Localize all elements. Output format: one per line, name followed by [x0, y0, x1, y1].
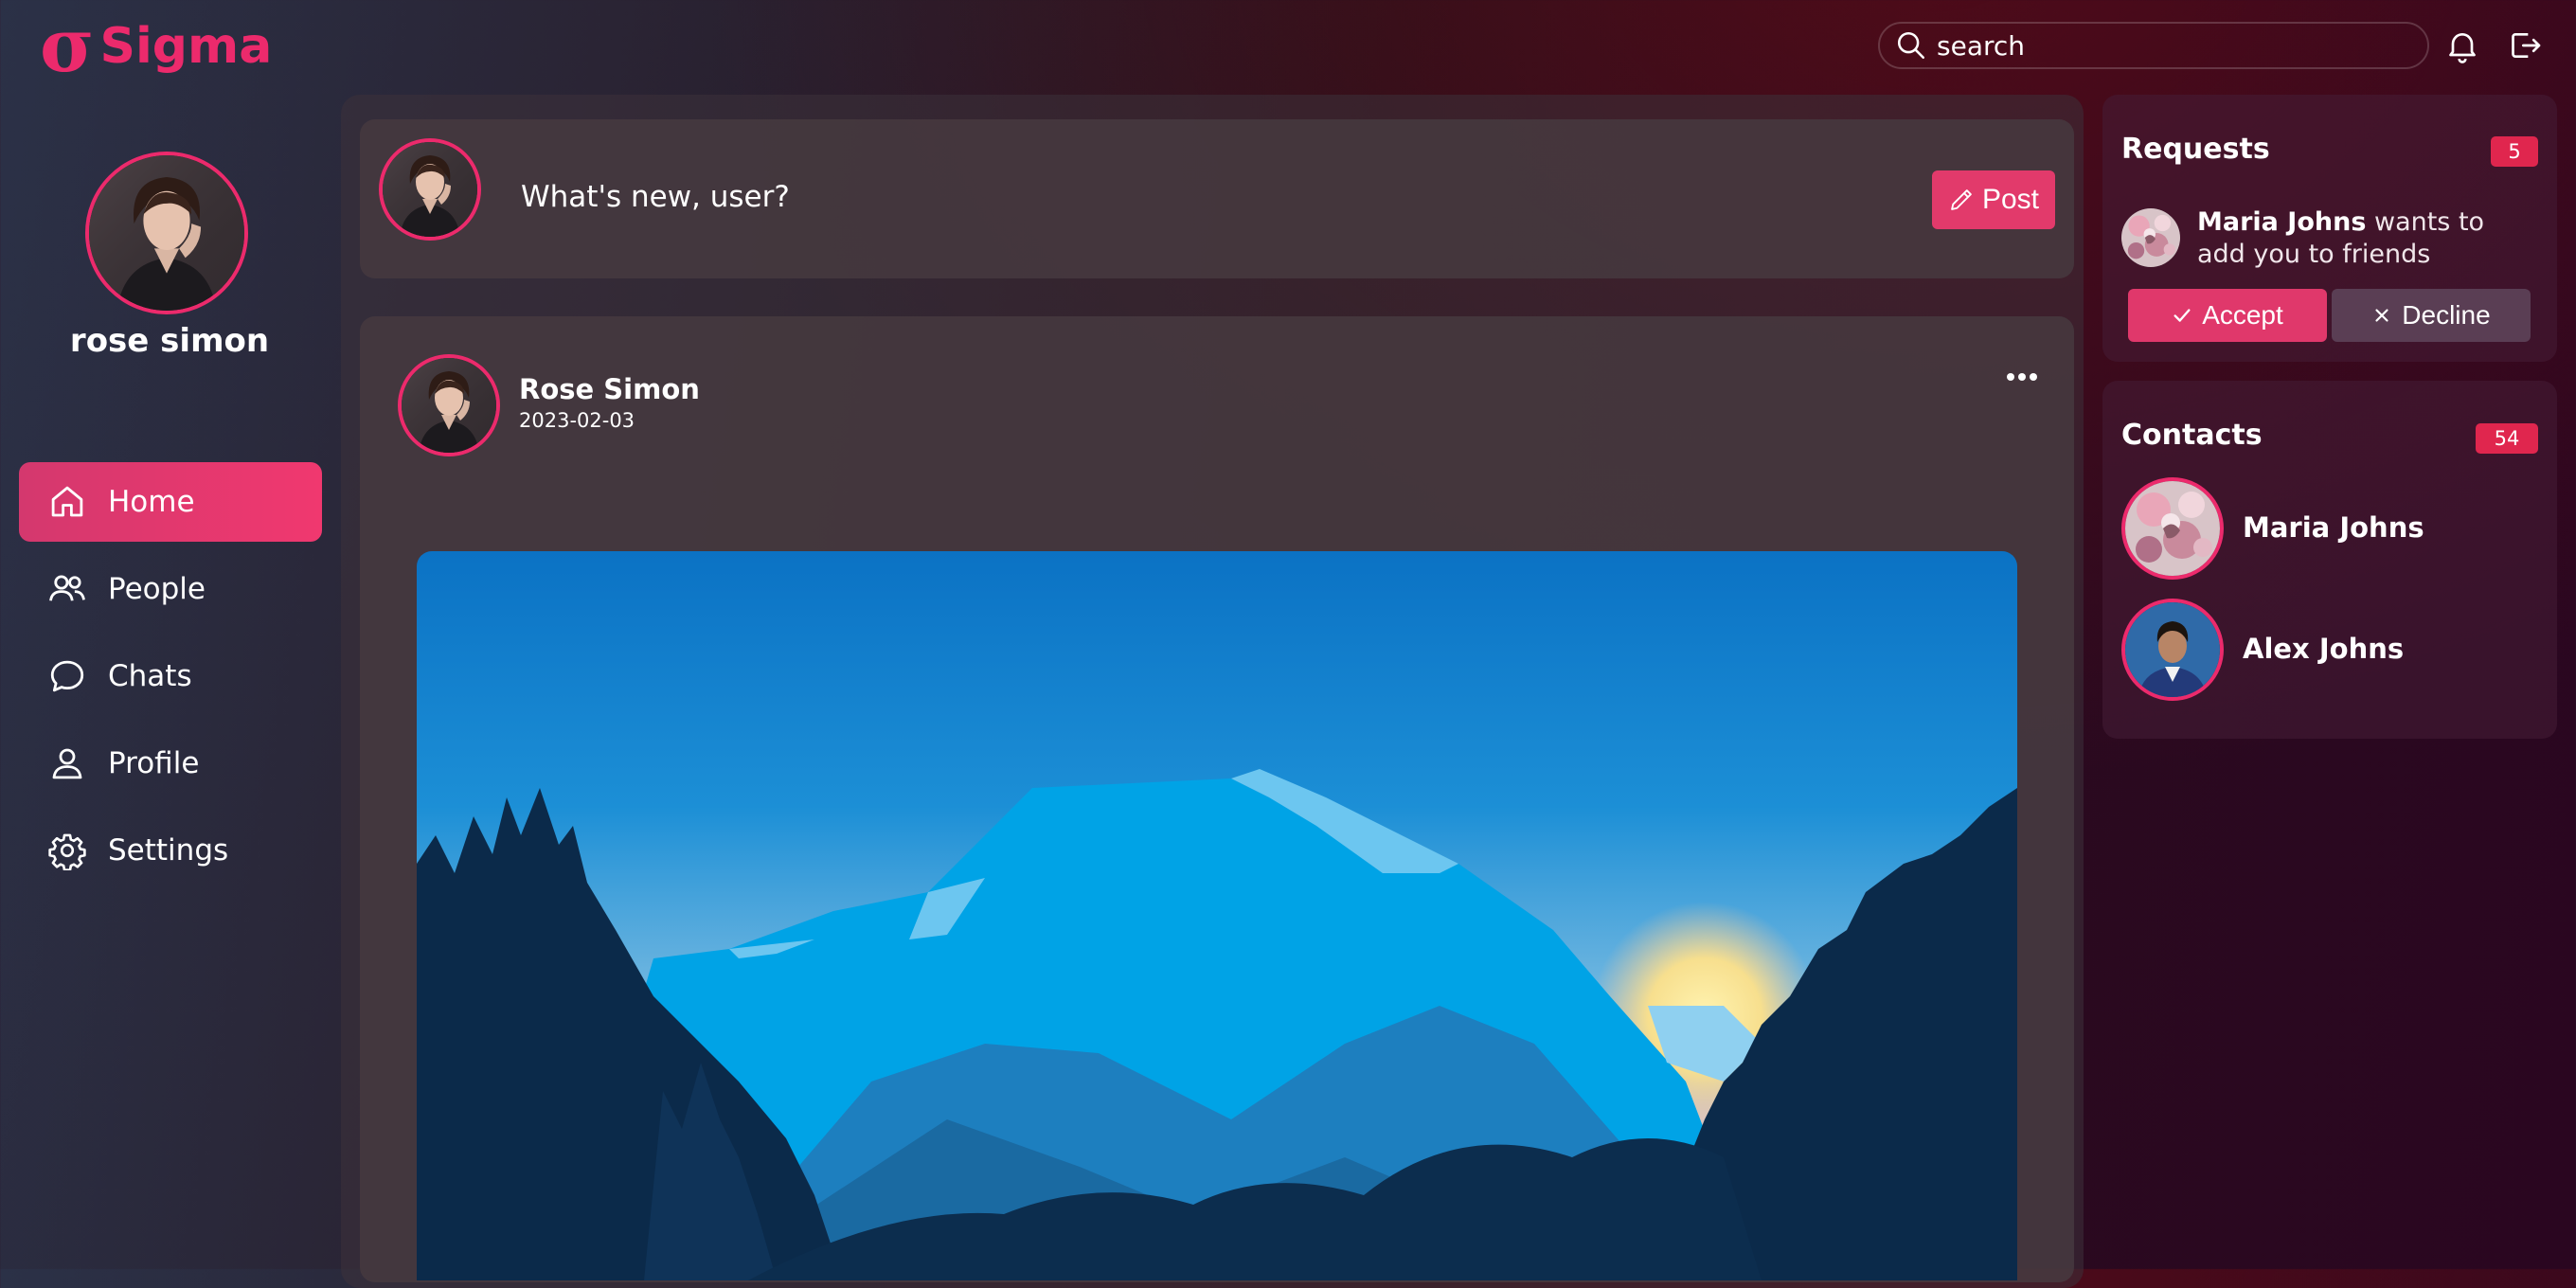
pencil-icon [1951, 189, 1972, 210]
sidebar-item-label: Settings [108, 833, 229, 868]
request-avatar[interactable] [2121, 208, 2180, 267]
chat-icon [50, 660, 84, 692]
logo-mark: σ [40, 3, 95, 89]
user-icon [52, 748, 82, 779]
request-message: Maria Johns wants to add you to friends [2197, 206, 2538, 271]
composer-input[interactable]: What's new, user? [521, 180, 790, 214]
post-author-name[interactable]: Rose Simon [519, 373, 700, 405]
requests-title: Requests [2121, 133, 2270, 166]
people-icon [49, 575, 85, 601]
contacts-title: Contacts [2121, 419, 2263, 452]
search-input[interactable] [1935, 28, 2412, 63]
bell-icon[interactable] [2443, 27, 2481, 64]
sidebar-item-profile[interactable]: Profile [19, 724, 322, 803]
sidebar-item-label: Profile [108, 746, 200, 780]
composer-avatar [379, 138, 481, 241]
post-date: 2023-02-03 [519, 409, 635, 432]
sidebar-item-home[interactable]: Home [19, 462, 322, 542]
request-name[interactable]: Maria Johns [2197, 207, 2366, 237]
logout-icon[interactable] [2506, 27, 2544, 64]
search-bar[interactable] [1878, 22, 2429, 69]
post-image[interactable] [417, 551, 2017, 1280]
profile-name: rose simon [69, 322, 270, 360]
check-icon [2174, 309, 2191, 322]
post-button[interactable]: Post [1932, 170, 2055, 229]
contacts-count-badge: 54 [2476, 423, 2538, 454]
sidebar-item-people[interactable]: People [19, 549, 322, 629]
app-logo[interactable]: σ Sigma [40, 3, 273, 89]
contact-avatar[interactable] [2121, 599, 2224, 701]
contact-avatar[interactable] [2121, 477, 2224, 580]
sidebar-nav: Home People Chats Profile Settings [19, 462, 322, 898]
contact-name[interactable]: Maria Johns [2243, 511, 2424, 544]
sidebar-item-settings[interactable]: Settings [19, 811, 322, 890]
decline-button[interactable]: Decline [2332, 289, 2531, 342]
accept-label: Accept [2202, 300, 2283, 330]
sidebar-item-label: Chats [108, 659, 192, 693]
close-icon [2375, 309, 2388, 322]
sidebar-item-label: Home [108, 485, 195, 519]
app-name: Sigma [99, 18, 273, 75]
search-icon [1897, 31, 1925, 60]
post-button-label: Post [1981, 184, 2040, 215]
contact-name[interactable]: Alex Johns [2243, 633, 2404, 665]
decline-label: Decline [2402, 300, 2491, 330]
post-author-avatar[interactable] [398, 354, 500, 456]
sidebar-item-chats[interactable]: Chats [19, 636, 322, 716]
more-options-icon[interactable] [1998, 364, 2046, 392]
gear-icon [48, 833, 86, 870]
sidebar-item-label: People [108, 572, 206, 606]
accept-button[interactable]: Accept [2128, 289, 2327, 342]
home-icon [51, 486, 83, 517]
profile-avatar[interactable] [85, 152, 248, 314]
requests-count-badge: 5 [2491, 136, 2538, 167]
